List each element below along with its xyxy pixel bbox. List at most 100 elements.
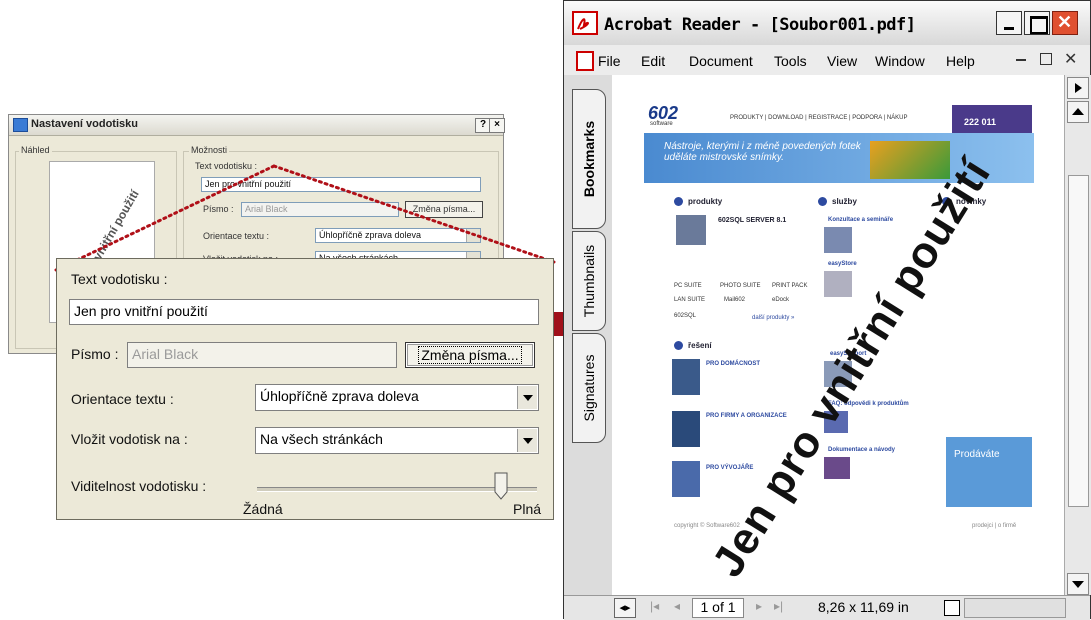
tab-signatures[interactable]: Signatures (572, 333, 606, 443)
pdf-col1-title: produkty (688, 197, 723, 206)
page-indicator[interactable]: 1 of 1 (692, 598, 744, 618)
visibility-label: Viditelnost vodotisku : (71, 478, 207, 494)
doc-close-icon[interactable]: ✕ (1064, 49, 1077, 69)
document-icon (576, 51, 594, 71)
menu-file[interactable]: File (598, 53, 621, 69)
docs-icon (824, 457, 850, 479)
menu-help-label: Help (946, 53, 975, 69)
tab-signatures-label: Signatures (581, 354, 597, 422)
visibility-min-label: Žádná (243, 501, 283, 517)
menu-document[interactable]: Document (689, 53, 753, 69)
solution-image (672, 411, 700, 447)
maximize-icon (1030, 16, 1048, 34)
pdf-col2-title: služby (832, 197, 857, 206)
bullet-icon (818, 197, 827, 206)
pdf-svc5: Dokumentace a návody (828, 447, 896, 453)
menu-document-label: Document (689, 53, 753, 69)
pdf-footer-right: prodejci | o firmě (972, 523, 1017, 529)
chevron-down-icon (517, 386, 537, 409)
visibility-max-label: Plná (513, 501, 542, 517)
solution-image (672, 359, 700, 395)
bullet-icon (674, 341, 683, 350)
menu-tools[interactable]: Tools (774, 53, 807, 69)
tab-bookmarks-label: Bookmarks (581, 120, 597, 198)
insert-value: Na všech stránkách (260, 431, 383, 447)
insert-select[interactable]: Na všech stránkách (255, 427, 539, 454)
pdf-phone: 222 011 (964, 117, 997, 127)
text-label: Text vodotisku : (71, 271, 168, 287)
pdf-product-4: Mail602 (724, 297, 746, 303)
visibility-slider-thumb[interactable] (494, 472, 508, 500)
pdf-product-5: eDock (772, 297, 790, 303)
orientation-select[interactable]: Úhlopříčně zprava doleva (255, 384, 539, 411)
menu-window-label: Window (875, 53, 925, 69)
menu-file-label: File (598, 53, 621, 69)
minimize-button[interactable] (996, 11, 1022, 35)
pdf-product-6: 602SQL (674, 313, 697, 319)
pdf-product-2: PRINT PACK (772, 283, 808, 289)
menu-edit-label: Edit (641, 53, 666, 69)
zoomed-options-panel: Text vodotisku : Jen pro vnitřní použití… (56, 258, 554, 520)
scroll-down-button[interactable] (1067, 573, 1089, 595)
pdf-logo-sub: software (650, 121, 673, 127)
page-nav-next-icon[interactable] (1067, 77, 1089, 99)
service-image (824, 271, 852, 297)
tab-thumbnails[interactable]: Thumbnails (572, 231, 606, 331)
menu-edit[interactable]: Edit (641, 53, 665, 69)
pdf-res3: PRO VÝVOJÁŘE (706, 465, 754, 471)
page-layout-icon[interactable] (944, 600, 960, 616)
menu-view[interactable]: View (827, 53, 857, 69)
orientation-label: Orientace textu : (71, 391, 174, 407)
close-icon: ✕ (1057, 12, 1073, 32)
tab-bookmarks[interactable]: Bookmarks (572, 89, 606, 229)
font-input: Arial Black (127, 342, 397, 368)
text-input[interactable]: Jen pro vnitřní použití (69, 299, 539, 325)
pdf-svc1: Konzultace a semináře (828, 217, 894, 223)
pdf-res1: PRO DOMÁCNOST (706, 361, 760, 367)
solution-image (672, 461, 700, 497)
acrobat-title: Acrobat Reader - [Soubor001.pdf] (604, 15, 916, 35)
pdf-nav: PRODUKTY | DOWNLOAD | REGISTRACE | PODPO… (730, 115, 908, 121)
scroll-up-button[interactable] (1067, 101, 1089, 123)
pdf-more-products[interactable]: další produkty » (752, 315, 794, 321)
menu-bar: File Edit Document Tools View Window Hel… (564, 45, 1090, 76)
pdf-product-3: LAN SUITE (674, 297, 706, 303)
split-pane-icon[interactable]: ◂▸ (614, 598, 636, 618)
acrobat-app-icon (572, 11, 598, 35)
pdf-banner-image (870, 141, 950, 179)
first-page-icon[interactable]: |◂ (650, 599, 659, 613)
product-image (676, 215, 706, 245)
pdf-document-view: 602 software PRODUKTY | DOWNLOAD | REGIS… (612, 75, 1064, 595)
horizontal-scrollbar[interactable] (964, 598, 1066, 618)
menu-tools-label: Tools (774, 53, 807, 69)
doc-restore-icon[interactable] (1040, 53, 1052, 65)
pdf-product-1: PHOTO SUITE (720, 283, 761, 289)
pdf-promo: Prodáváte (954, 449, 1000, 460)
pdf-section-reseni: řešení (688, 341, 712, 350)
vertical-scrollbar[interactable] (1064, 75, 1091, 595)
last-page-icon[interactable]: ▸| (774, 599, 783, 613)
status-bar: ◂▸ |◂ ◂ 1 of 1 ▸ ▸| 8,26 x 11,69 in (564, 595, 1090, 620)
orientation-value: Úhlopříčně zprava doleva (260, 388, 419, 404)
change-font-button[interactable]: Změna písma... (405, 342, 535, 368)
page-size: 8,26 x 11,69 in (818, 599, 909, 615)
menu-window[interactable]: Window (875, 53, 925, 69)
prev-page-icon[interactable]: ◂ (674, 599, 680, 613)
pdf-svc2: easyStore (828, 261, 857, 267)
close-button[interactable]: ✕ (1052, 11, 1078, 35)
menu-help[interactable]: Help (946, 53, 975, 69)
navigation-pane: Bookmarks Thumbnails Signatures (564, 75, 613, 620)
tab-thumbnails-label: Thumbnails (581, 244, 597, 318)
font-label: Písmo : (71, 346, 119, 362)
pdf-product-name: 602SQL SERVER 8.1 (718, 217, 787, 224)
acrobat-window: Acrobat Reader - [Soubor001.pdf] ✕ File … (563, 0, 1091, 620)
pdf-promo-box (946, 437, 1032, 507)
service-image (824, 227, 852, 253)
doc-minimize-icon[interactable] (1016, 59, 1026, 61)
scroll-thumb[interactable] (1068, 175, 1089, 507)
maximize-button[interactable] (1024, 11, 1050, 35)
bullet-icon (674, 197, 683, 206)
next-page-icon[interactable]: ▸ (756, 599, 762, 613)
acrobat-titlebar: Acrobat Reader - [Soubor001.pdf] ✕ (564, 1, 1090, 45)
pdf-res2: PRO FIRMY A ORGANIZACE (706, 413, 787, 419)
